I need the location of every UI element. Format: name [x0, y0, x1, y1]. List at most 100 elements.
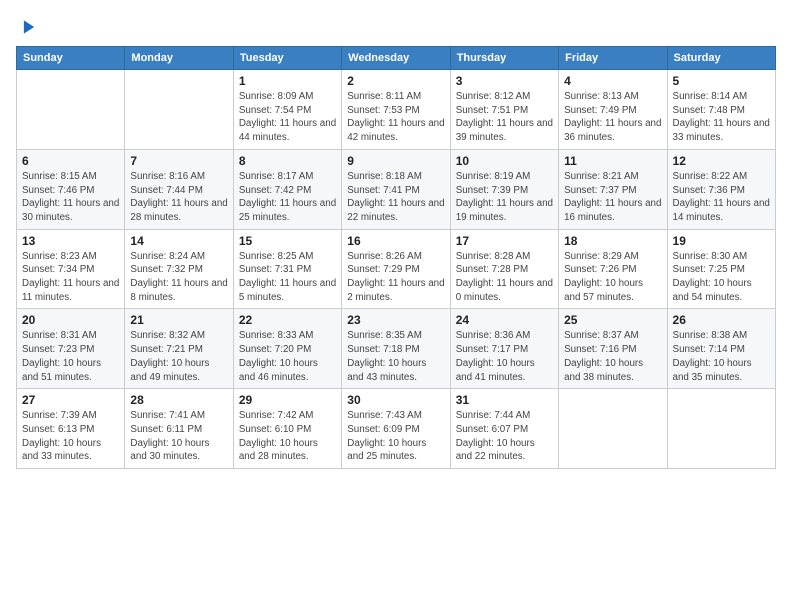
- day-number: 2: [347, 74, 444, 88]
- calendar-week-row: 1 Sunrise: 8:09 AM Sunset: 7:54 PM Daylig…: [17, 70, 776, 150]
- cell-info: Sunrise: 8:09 AM Sunset: 7:54 PM Dayligh…: [239, 90, 336, 145]
- cell-info: Sunrise: 7:39 AM Sunset: 6:13 PM Dayligh…: [22, 409, 119, 464]
- cell-info: Sunrise: 8:38 AM Sunset: 7:14 PM Dayligh…: [673, 329, 770, 384]
- cell-info: Sunrise: 7:44 AM Sunset: 6:07 PM Dayligh…: [456, 409, 553, 464]
- cell-info: Sunrise: 8:12 AM Sunset: 7:51 PM Dayligh…: [456, 90, 553, 145]
- day-number: 18: [564, 234, 661, 248]
- weekday-header-saturday: Saturday: [667, 47, 775, 70]
- calendar-cell: 23 Sunrise: 8:35 AM Sunset: 7:18 PM Dayli…: [342, 309, 450, 389]
- day-number: 4: [564, 74, 661, 88]
- calendar-week-row: 6 Sunrise: 8:15 AM Sunset: 7:46 PM Daylig…: [17, 149, 776, 229]
- calendar-cell: 11 Sunrise: 8:21 AM Sunset: 7:37 PM Dayli…: [559, 149, 667, 229]
- cell-info: Sunrise: 8:33 AM Sunset: 7:20 PM Dayligh…: [239, 329, 336, 384]
- day-number: 13: [22, 234, 119, 248]
- day-number: 6: [22, 154, 119, 168]
- logo-icon: [18, 16, 40, 38]
- cell-info: Sunrise: 8:31 AM Sunset: 7:23 PM Dayligh…: [22, 329, 119, 384]
- page-header: [16, 16, 776, 38]
- calendar-cell: 27 Sunrise: 7:39 AM Sunset: 6:13 PM Dayli…: [17, 389, 125, 469]
- cell-info: Sunrise: 8:14 AM Sunset: 7:48 PM Dayligh…: [673, 90, 770, 145]
- calendar-cell: 3 Sunrise: 8:12 AM Sunset: 7:51 PM Daylig…: [450, 70, 558, 150]
- calendar-cell: [559, 389, 667, 469]
- day-number: 29: [239, 393, 336, 407]
- calendar-cell: 30 Sunrise: 7:43 AM Sunset: 6:09 PM Dayli…: [342, 389, 450, 469]
- cell-info: Sunrise: 8:32 AM Sunset: 7:21 PM Dayligh…: [130, 329, 227, 384]
- day-number: 12: [673, 154, 770, 168]
- calendar-cell: 19Sunrise: 8:30 AM Sunset: 7:25 PM Dayli…: [667, 229, 775, 309]
- cell-info: Sunrise: 8:17 AM Sunset: 7:42 PM Dayligh…: [239, 170, 336, 225]
- day-number: 10: [456, 154, 553, 168]
- calendar-table: SundayMondayTuesdayWednesdayThursdayFrid…: [16, 46, 776, 469]
- cell-info: Sunrise: 8:19 AM Sunset: 7:39 PM Dayligh…: [456, 170, 553, 225]
- calendar-cell: 6 Sunrise: 8:15 AM Sunset: 7:46 PM Daylig…: [17, 149, 125, 229]
- day-number: 27: [22, 393, 119, 407]
- cell-info: Sunrise: 7:42 AM Sunset: 6:10 PM Dayligh…: [239, 409, 336, 464]
- day-number: 8: [239, 154, 336, 168]
- cell-info: Sunrise: 8:24 AM Sunset: 7:32 PM Dayligh…: [130, 250, 227, 305]
- calendar-cell: 31 Sunrise: 7:44 AM Sunset: 6:07 PM Dayli…: [450, 389, 558, 469]
- calendar-cell: 4 Sunrise: 8:13 AM Sunset: 7:49 PM Daylig…: [559, 70, 667, 150]
- cell-info: Sunrise: 8:28 AM Sunset: 7:28 PM Dayligh…: [456, 250, 553, 305]
- weekday-header-tuesday: Tuesday: [233, 47, 341, 70]
- day-number: 11: [564, 154, 661, 168]
- day-number: 19: [673, 234, 770, 248]
- calendar-cell: 1 Sunrise: 8:09 AM Sunset: 7:54 PM Daylig…: [233, 70, 341, 150]
- cell-info: Sunrise: 8:26 AM Sunset: 7:29 PM Dayligh…: [347, 250, 444, 305]
- weekday-header-monday: Monday: [125, 47, 233, 70]
- calendar-week-row: 27 Sunrise: 7:39 AM Sunset: 6:13 PM Dayli…: [17, 389, 776, 469]
- calendar-cell: 5 Sunrise: 8:14 AM Sunset: 7:48 PM Daylig…: [667, 70, 775, 150]
- calendar-cell: 13Sunrise: 8:23 AM Sunset: 7:34 PM Dayli…: [17, 229, 125, 309]
- cell-info: Sunrise: 8:11 AM Sunset: 7:53 PM Dayligh…: [347, 90, 444, 145]
- calendar-cell: 22 Sunrise: 8:33 AM Sunset: 7:20 PM Dayli…: [233, 309, 341, 389]
- cell-info: Sunrise: 8:21 AM Sunset: 7:37 PM Dayligh…: [564, 170, 661, 225]
- day-number: 5: [673, 74, 770, 88]
- cell-info: Sunrise: 7:41 AM Sunset: 6:11 PM Dayligh…: [130, 409, 227, 464]
- day-number: 15: [239, 234, 336, 248]
- cell-info: Sunrise: 8:22 AM Sunset: 7:36 PM Dayligh…: [673, 170, 770, 225]
- cell-info: Sunrise: 8:35 AM Sunset: 7:18 PM Dayligh…: [347, 329, 444, 384]
- calendar-cell: 7Sunrise: 8:16 AM Sunset: 7:44 PM Daylig…: [125, 149, 233, 229]
- weekday-header-wednesday: Wednesday: [342, 47, 450, 70]
- day-number: 22: [239, 313, 336, 327]
- day-number: 25: [564, 313, 661, 327]
- calendar-cell: 26Sunrise: 8:38 AM Sunset: 7:14 PM Dayli…: [667, 309, 775, 389]
- calendar-cell: 21Sunrise: 8:32 AM Sunset: 7:21 PM Dayli…: [125, 309, 233, 389]
- day-number: 20: [22, 313, 119, 327]
- calendar-cell: 18 Sunrise: 8:29 AM Sunset: 7:26 PM Dayli…: [559, 229, 667, 309]
- weekday-header-friday: Friday: [559, 47, 667, 70]
- calendar-cell: 9 Sunrise: 8:18 AM Sunset: 7:41 PM Daylig…: [342, 149, 450, 229]
- weekday-header-thursday: Thursday: [450, 47, 558, 70]
- weekday-header-row: SundayMondayTuesdayWednesdayThursdayFrid…: [17, 47, 776, 70]
- cell-info: Sunrise: 8:15 AM Sunset: 7:46 PM Dayligh…: [22, 170, 119, 225]
- day-number: 23: [347, 313, 444, 327]
- calendar-cell: [125, 70, 233, 150]
- day-number: 3: [456, 74, 553, 88]
- calendar-cell: 20 Sunrise: 8:31 AM Sunset: 7:23 PM Dayli…: [17, 309, 125, 389]
- weekday-header-sunday: Sunday: [17, 47, 125, 70]
- calendar-cell: 2 Sunrise: 8:11 AM Sunset: 7:53 PM Daylig…: [342, 70, 450, 150]
- logo: [16, 16, 40, 38]
- day-number: 9: [347, 154, 444, 168]
- day-number: 1: [239, 74, 336, 88]
- day-number: 16: [347, 234, 444, 248]
- calendar-cell: [17, 70, 125, 150]
- cell-info: Sunrise: 8:29 AM Sunset: 7:26 PM Dayligh…: [564, 250, 661, 305]
- calendar-cell: 15 Sunrise: 8:25 AM Sunset: 7:31 PM Dayli…: [233, 229, 341, 309]
- cell-info: Sunrise: 8:18 AM Sunset: 7:41 PM Dayligh…: [347, 170, 444, 225]
- day-number: 28: [130, 393, 227, 407]
- calendar-cell: 17 Sunrise: 8:28 AM Sunset: 7:28 PM Dayli…: [450, 229, 558, 309]
- day-number: 7: [130, 154, 227, 168]
- cell-info: Sunrise: 8:25 AM Sunset: 7:31 PM Dayligh…: [239, 250, 336, 305]
- calendar-cell: 28 Sunrise: 7:41 AM Sunset: 6:11 PM Dayli…: [125, 389, 233, 469]
- day-number: 24: [456, 313, 553, 327]
- calendar-week-row: 13Sunrise: 8:23 AM Sunset: 7:34 PM Dayli…: [17, 229, 776, 309]
- calendar-cell: 8 Sunrise: 8:17 AM Sunset: 7:42 PM Daylig…: [233, 149, 341, 229]
- day-number: 30: [347, 393, 444, 407]
- cell-info: Sunrise: 8:13 AM Sunset: 7:49 PM Dayligh…: [564, 90, 661, 145]
- calendar-cell: 25Sunrise: 8:37 AM Sunset: 7:16 PM Dayli…: [559, 309, 667, 389]
- cell-info: Sunrise: 8:36 AM Sunset: 7:17 PM Dayligh…: [456, 329, 553, 384]
- calendar-cell: 14Sunrise: 8:24 AM Sunset: 7:32 PM Dayli…: [125, 229, 233, 309]
- day-number: 31: [456, 393, 553, 407]
- day-number: 17: [456, 234, 553, 248]
- cell-info: Sunrise: 7:43 AM Sunset: 6:09 PM Dayligh…: [347, 409, 444, 464]
